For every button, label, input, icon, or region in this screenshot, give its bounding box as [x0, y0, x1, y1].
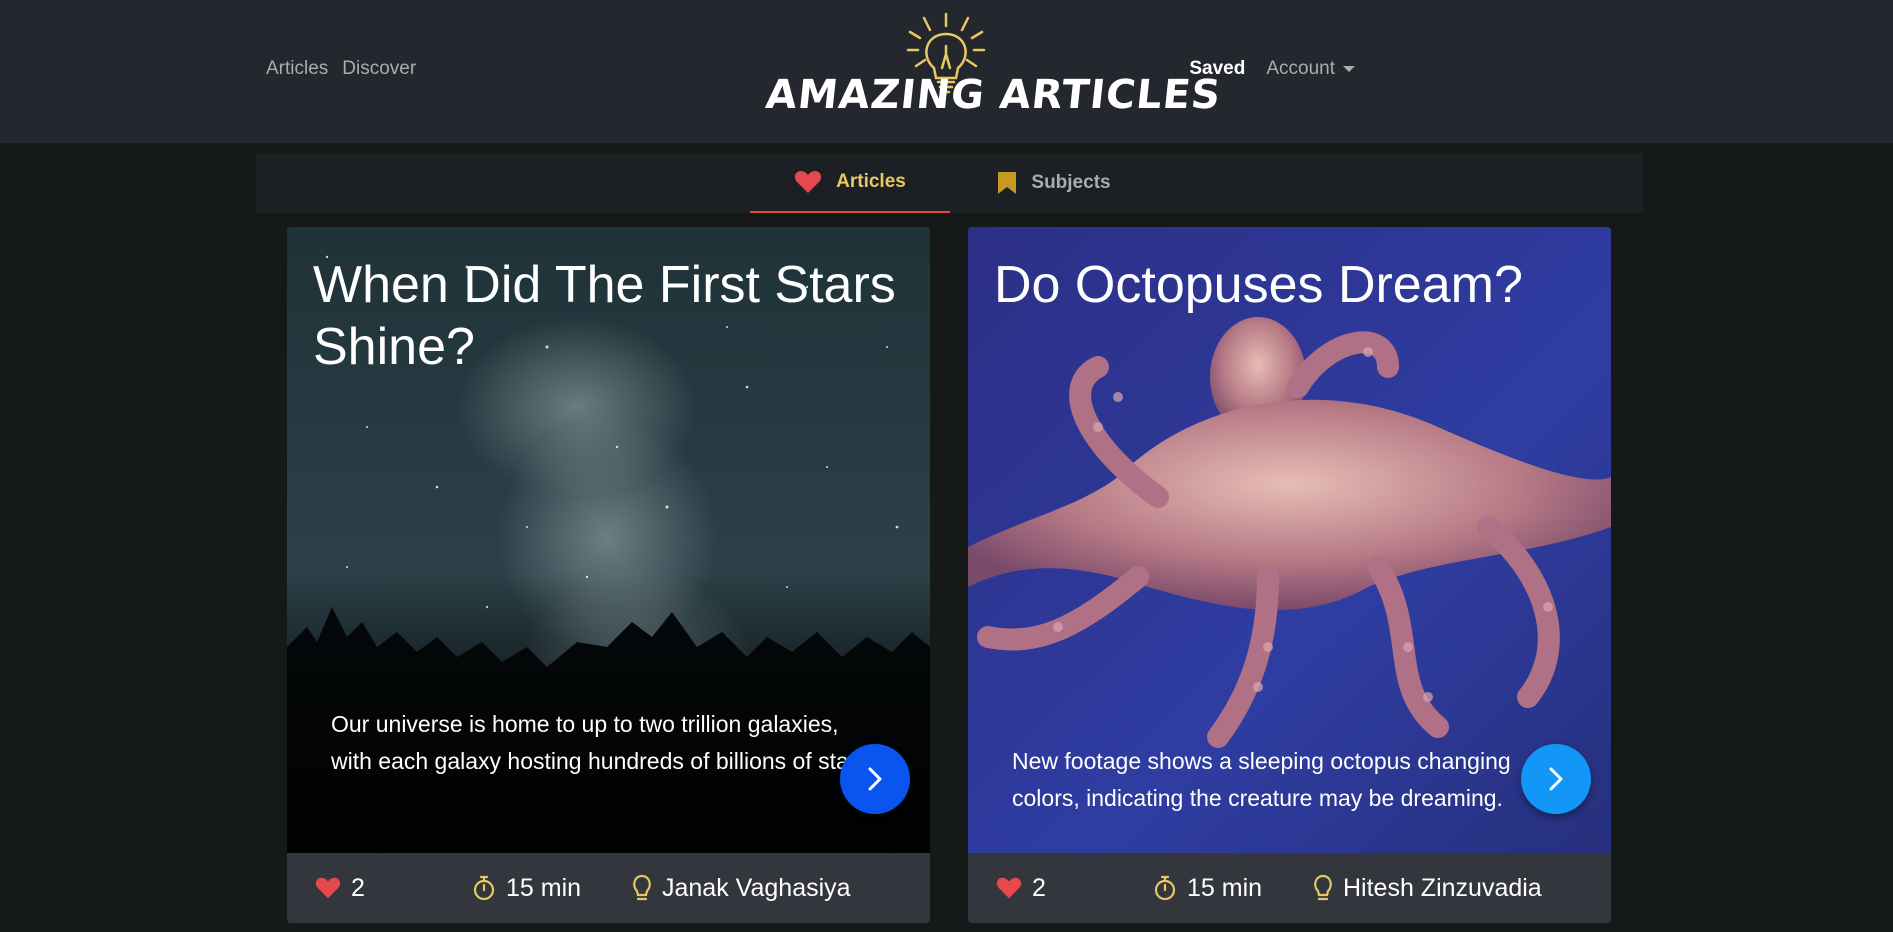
likes-value: 2	[1032, 873, 1046, 902]
tab-articles[interactable]: Articles	[750, 153, 950, 213]
site-logo[interactable]: AMAZING ARTICLES	[760, 8, 1223, 130]
author: Janak Vaghasiya	[632, 853, 851, 923]
article-card[interactable]: Do Octopuses Dream? New footage shows a …	[968, 227, 1611, 923]
likes-count[interactable]: 2	[315, 853, 365, 923]
tab-label: Articles	[836, 171, 906, 192]
likes-value: 2	[351, 873, 365, 902]
nav-link-saved[interactable]: Saved	[1189, 58, 1245, 80]
card-title[interactable]: Do Octopuses Dream?	[994, 254, 1585, 316]
card-image-octopus: Do Octopuses Dream? New footage shows a …	[968, 227, 1611, 853]
heart-icon	[315, 877, 341, 899]
author: Hitesh Zinzuvadia	[1313, 853, 1542, 923]
read-time-value: 15 min	[506, 873, 582, 902]
account-label: Account	[1266, 58, 1335, 79]
nav-left-links: Articles Discover	[266, 58, 416, 80]
read-time: 15 min	[1153, 853, 1262, 923]
nav-link-articles[interactable]: Articles	[266, 58, 328, 80]
card-description: New footage shows a sleeping octopus cha…	[1012, 748, 1511, 811]
read-time-value: 15 min	[1187, 873, 1263, 902]
stopwatch-icon	[1154, 875, 1176, 901]
stopwatch-icon	[473, 875, 495, 901]
likes-count[interactable]: 2	[996, 853, 1046, 923]
tab-bar: Articles Subjects	[256, 153, 1643, 213]
nav-right-links: Saved Account	[1189, 58, 1355, 80]
lightbulb-icon	[633, 874, 651, 901]
heart-icon	[795, 171, 822, 193]
read-more-button[interactable]	[1521, 744, 1591, 814]
tab-label: Subjects	[1031, 172, 1111, 193]
nav-link-discover[interactable]: Discover	[342, 58, 416, 80]
logo-text: AMAZING ARTICLES	[763, 72, 1224, 118]
chevron-right-icon	[1549, 767, 1563, 791]
article-card[interactable]: When Did The First Stars Shine? Our univ…	[287, 227, 930, 923]
top-navbar: Articles Discover AMAZING ARTICLES Saved…	[0, 0, 1893, 143]
card-footer: 2 15 min Hitesh Zinzuvadia	[968, 853, 1611, 923]
caret-down-icon	[1343, 65, 1355, 72]
lightbulb-icon	[1314, 874, 1332, 901]
author-name: Janak Vaghasiya	[662, 873, 851, 902]
bookmark-icon	[998, 172, 1017, 194]
account-dropdown[interactable]: Account	[1266, 58, 1355, 80]
tab-subjects[interactable]: Subjects	[974, 153, 1134, 213]
card-description: Our universe is home to up to two trilli…	[331, 711, 875, 774]
card-title[interactable]: When Did The First Stars Shine?	[313, 254, 904, 378]
read-time: 15 min	[472, 853, 581, 923]
card-footer: 2 15 min Janak Vaghasiya	[287, 853, 930, 923]
heart-icon	[996, 877, 1022, 899]
author-name: Hitesh Zinzuvadia	[1343, 873, 1542, 902]
card-image-night-sky: When Did The First Stars Shine? Our univ…	[287, 227, 930, 853]
read-more-button[interactable]	[840, 744, 910, 814]
chevron-right-icon	[868, 767, 882, 791]
